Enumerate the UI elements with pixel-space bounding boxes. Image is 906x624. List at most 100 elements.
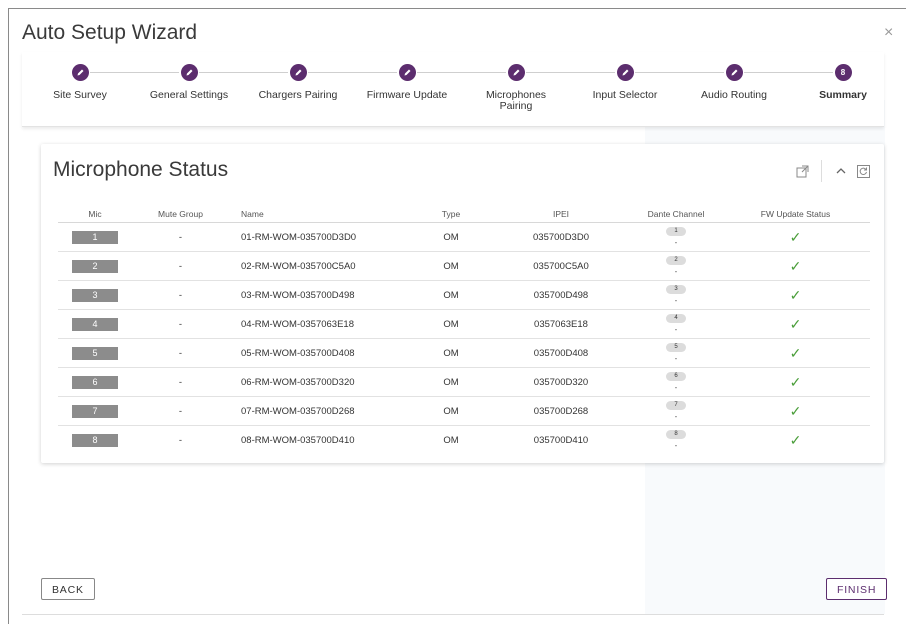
mute-group-cell: -	[178, 434, 183, 446]
mic-cell: 2	[58, 251, 132, 281]
mic-cell: 5	[58, 338, 132, 368]
dante-channel-cell: 8-	[631, 426, 721, 455]
step-label: Input Selector	[592, 89, 658, 101]
stepper-connector	[199, 72, 288, 73]
wizard-step-2[interactable]: General Settings	[129, 64, 249, 101]
dante-channel-sub: -	[674, 412, 678, 421]
dante-channel-pill: 3	[666, 285, 686, 294]
name-cell: 05-RM-WOM-035700D408	[229, 338, 411, 368]
name-cell: 02-RM-WOM-035700C5A0	[229, 251, 411, 281]
ipei-cell: 035700D268	[491, 396, 631, 426]
checkmark-icon: ✓	[789, 402, 802, 419]
checkmark-icon: ✓	[789, 431, 802, 448]
microphone-table: Mic Mute Group Name Type IPEI Dante Chan…	[58, 205, 870, 454]
step-label: General Settings	[149, 89, 229, 101]
ipei-cell: 035700D3D0	[491, 222, 631, 252]
dante-channel-sub: -	[674, 441, 678, 450]
wizard-step-1[interactable]: Site Survey	[20, 64, 140, 101]
external-link-icon[interactable]	[795, 164, 809, 178]
column-header-dante-channel: Dante Channel	[631, 205, 721, 223]
dante-channel-cell: 3-	[631, 280, 721, 310]
type-cell: OM	[411, 280, 491, 310]
fw-update-status-cell: ✓	[721, 426, 870, 455]
wizard-step-6[interactable]: Input Selector	[565, 64, 685, 101]
mute-group-cell: -	[132, 251, 229, 281]
fw-update-status-cell: ✓	[721, 280, 870, 310]
stepper-connector	[417, 72, 506, 73]
wizard-step-8[interactable]: 8 Summary	[783, 64, 903, 101]
mute-group-cell: -	[132, 338, 229, 368]
wizard-step-3[interactable]: Chargers Pairing	[238, 64, 358, 101]
mute-group-cell: -	[132, 222, 229, 252]
pencil-icon	[616, 64, 634, 81]
mic-cell: 8	[58, 426, 132, 455]
dante-channel-sub: -	[674, 296, 678, 305]
type-cell: OM	[411, 396, 491, 426]
step-label: Microphones Pairing	[485, 89, 547, 112]
table-row: 4-04-RM-WOM-0357063E18 OM 0357063E18 4- ✓	[58, 309, 870, 339]
fw-update-status-cell: ✓	[721, 367, 870, 397]
back-button[interactable]: BACK	[41, 578, 95, 600]
mic-number-badge: 4	[72, 317, 118, 331]
dante-channel-pill: 8	[666, 430, 686, 439]
ipei-cell: 035700C5A0	[491, 251, 631, 281]
mic-number-badge: 5	[72, 346, 118, 360]
table-row: 7-07-RM-WOM-035700D268 OM 035700D268 7- ✓	[58, 396, 870, 426]
finish-button[interactable]: FINISH	[826, 578, 888, 600]
wizard-stepper: Site Survey General Settings Chargers Pair…	[22, 52, 884, 127]
dante-channel-cell: 1-	[631, 222, 721, 252]
table-row: 1-01-RM-WOM-035700D3D0 OM 035700D3D0 1- ✓	[58, 222, 870, 252]
checkmark-icon: ✓	[789, 344, 802, 361]
step-number-badge: 8	[834, 64, 852, 81]
pencil-icon	[180, 64, 198, 81]
wizard-step-4[interactable]: Firmware Update	[347, 64, 467, 101]
dialog-title: Auto Setup Wizard	[22, 21, 198, 44]
chevron-up-icon[interactable]	[834, 164, 848, 178]
dante-channel-pill: 1	[666, 227, 686, 236]
step-label: Audio Routing	[701, 89, 767, 101]
name-cell: 06-RM-WOM-035700D320	[229, 367, 411, 397]
mute-group-cell: -	[132, 367, 229, 397]
mic-number-badge: 8	[72, 433, 118, 447]
table-row: 3-03-RM-WOM-035700D498 OM 035700D498 3- ✓	[58, 280, 870, 310]
checkmark-icon: ✓	[789, 373, 802, 390]
dante-channel-pill: 6	[666, 372, 686, 381]
table-row: 6-06-RM-WOM-035700D320 OM 035700D320 6- ✓	[58, 367, 870, 397]
type-cell: OM	[411, 367, 491, 397]
mic-number-badge: 6	[72, 375, 118, 389]
step-label: Summary	[819, 89, 867, 101]
wizard-step-7[interactable]: Audio Routing	[674, 64, 794, 101]
close-icon[interactable]: ×	[884, 24, 893, 42]
fw-update-status-cell: ✓	[721, 338, 870, 368]
mute-group-cell: -	[132, 396, 229, 426]
refresh-icon[interactable]	[856, 164, 870, 178]
name-cell: 03-RM-WOM-035700D498	[229, 280, 411, 310]
stepper-connector	[90, 72, 179, 73]
step-label: Chargers Pairing	[258, 89, 338, 101]
ipei-cell: 035700D410	[533, 434, 589, 446]
fw-update-status-cell: ✓	[721, 396, 870, 426]
column-header-type: Type	[411, 205, 491, 223]
card-toolbar	[795, 160, 870, 182]
stepper-connector	[635, 72, 724, 73]
pencil-icon	[71, 64, 89, 81]
footer-divider	[22, 614, 884, 615]
column-header-mute-group: Mute Group	[132, 205, 229, 223]
dante-channel-cell: 7-	[631, 396, 721, 426]
checkmark-icon: ✓	[789, 257, 802, 274]
fw-update-status-cell: ✓	[721, 222, 870, 252]
type-cell: OM	[411, 309, 491, 339]
dante-channel-cell: 5-	[631, 338, 721, 368]
ipei-cell: 035700D408	[491, 338, 631, 368]
column-header-ipei: IPEI	[491, 205, 631, 223]
column-header-fw-update-status: FW Update Status	[721, 205, 870, 223]
type-cell: OM	[443, 434, 459, 446]
checkmark-icon: ✓	[789, 315, 802, 332]
fw-update-status-cell: ✓	[721, 309, 870, 339]
type-cell: OM	[411, 338, 491, 368]
table-row: 2-02-RM-WOM-035700C5A0 OM 035700C5A0 2- ✓	[58, 251, 870, 281]
column-header-mic: Mic	[58, 205, 132, 223]
type-cell: OM	[411, 251, 491, 281]
step-number: 8	[840, 68, 846, 77]
dante-channel-pill: 4	[666, 314, 686, 323]
